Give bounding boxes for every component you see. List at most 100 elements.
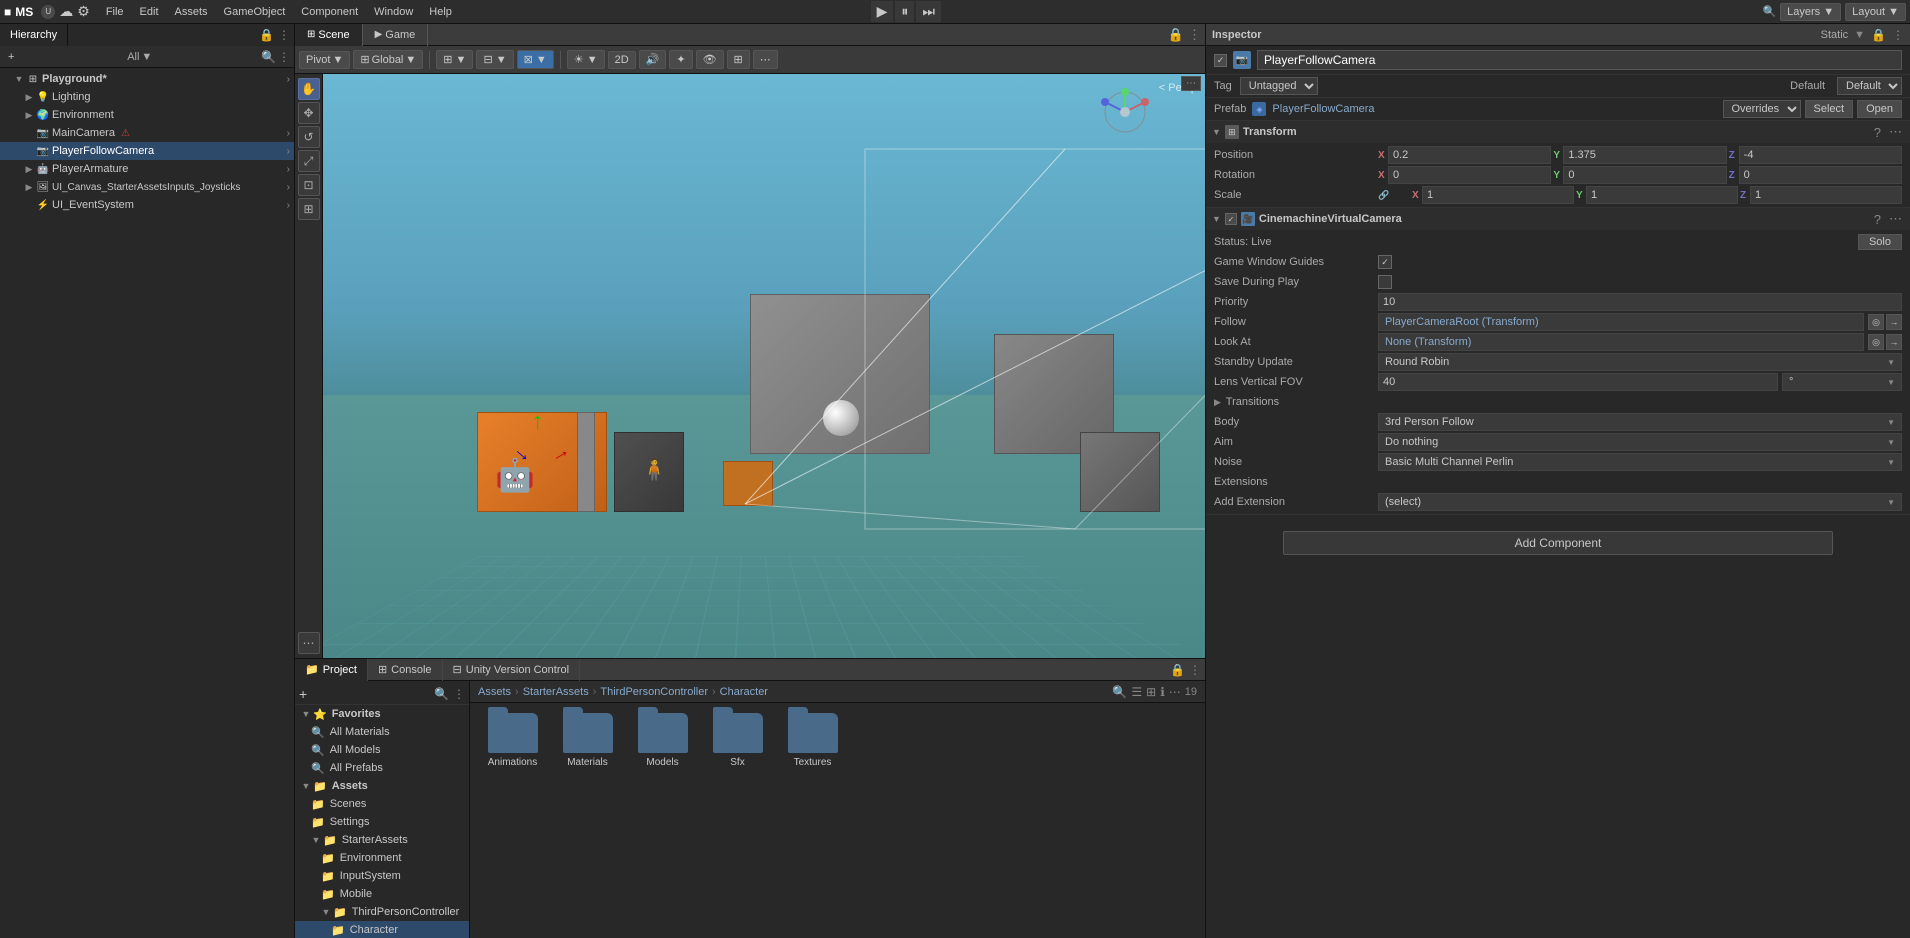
gwg-checkbox[interactable]: ✓ [1378, 255, 1392, 269]
scene-grid-toggle[interactable]: ⊞ [727, 50, 750, 69]
path-starter[interactable]: StarterAssets [523, 686, 589, 698]
scene-effects-btn[interactable]: ✦ [669, 50, 692, 69]
lensfov-dropdown[interactable]: ° [1782, 373, 1902, 391]
tab-project[interactable]: 📁 Project [295, 659, 368, 681]
menu-item-component[interactable]: Component [293, 4, 366, 20]
menu-item-help[interactable]: Help [421, 4, 460, 20]
path-tpc[interactable]: ThirdPersonController [600, 686, 708, 698]
scene-transform-tool[interactable]: ⊞ [298, 198, 320, 220]
sdp-checkbox[interactable] [1378, 275, 1392, 289]
bottom-more-icon[interactable]: ⋮ [1189, 663, 1201, 677]
menu-item-gameobject[interactable]: GameObject [216, 4, 294, 20]
rotation-z-input[interactable] [1739, 166, 1902, 184]
tag-select[interactable]: Untagged [1240, 77, 1318, 95]
select-btn[interactable]: Select [1805, 100, 1854, 118]
follow-ref-picker[interactable]: ◎ [1868, 314, 1884, 330]
project-search-btn[interactable]: 🔍 [434, 687, 449, 701]
scene-rect-tool[interactable]: ⊡ [298, 174, 320, 196]
tree-item-environment[interactable]: ▶ 🌍 Environment [0, 106, 294, 124]
aim-dropdown[interactable]: Do nothing [1378, 433, 1902, 451]
hierarchy-menu-icon[interactable]: ⋮ [278, 28, 290, 42]
search-icon[interactable]: 🔍 [1762, 5, 1776, 18]
open-btn[interactable]: Open [1857, 100, 1902, 118]
tree-item-uicanvas[interactable]: ▶ 🖼 UI_Canvas_StarterAssetsInputs_Joysti… [0, 178, 294, 196]
file-sfx[interactable]: Sfx [705, 713, 770, 768]
body-dropdown[interactable]: 3rd Person Follow [1378, 413, 1902, 431]
proj-thirdperson[interactable]: ▼ 📁 ThirdPersonController [295, 903, 469, 921]
rotation-x-input[interactable] [1388, 166, 1551, 184]
file-textures[interactable]: Textures [780, 713, 845, 768]
overrides-select[interactable]: Overrides [1723, 100, 1801, 118]
transform-header[interactable]: ▼ ⊞ Transform ? ⋯ [1206, 121, 1910, 143]
cloud-btn[interactable]: ☁ [59, 3, 73, 20]
tab-version-control[interactable]: ⊟ Unity Version Control [443, 659, 581, 681]
transform-gear-btn[interactable]: ⋯ [1887, 124, 1904, 140]
pivot-btn[interactable]: Pivot ▼ [299, 51, 350, 69]
scene-view-options[interactable]: ☀ ▼ [567, 50, 605, 69]
cm-enable-checkbox[interactable]: ✓ [1225, 213, 1237, 225]
project-add-btn[interactable]: + [299, 686, 307, 702]
favorites-section[interactable]: ▼ ⭐ Favorites [295, 705, 469, 723]
position-y-input[interactable] [1563, 146, 1726, 164]
go-active-checkbox[interactable]: ✓ [1214, 54, 1227, 67]
proj-sa-mobile[interactable]: 📁 Mobile [295, 885, 469, 903]
transform-question-btn[interactable]: ? [1872, 125, 1883, 140]
menu-item-assets[interactable]: Assets [167, 4, 216, 20]
step-button[interactable]: ⏭ [916, 1, 941, 22]
tree-item-lighting[interactable]: ▶ 💡 Lighting [0, 88, 294, 106]
noise-dropdown[interactable]: Basic Multi Channel Perlin [1378, 453, 1902, 471]
all-label[interactable]: All [127, 51, 139, 63]
static-dropdown-arrow[interactable]: ▼ [1854, 29, 1865, 41]
grid-btn-3[interactable]: ⊠ ▼ [517, 50, 554, 69]
go-name-input[interactable] [1257, 50, 1902, 70]
proj-character[interactable]: 📁 Character [295, 921, 469, 938]
scene-more-icon[interactable]: ⋮ [1188, 27, 1201, 43]
tree-item-playground[interactable]: ▼ ⊞ Playground* › [0, 70, 294, 88]
scene-scale-tool[interactable]: ⤢ [298, 150, 320, 172]
path-grid-icon[interactable]: ⊞ [1146, 685, 1156, 699]
proj-all-materials[interactable]: 🔍 All Materials [295, 723, 469, 741]
hier-more-icon[interactable]: ⋮ [278, 50, 290, 64]
follow-ref-arrow[interactable]: → [1886, 314, 1902, 330]
add-component-btn[interactable]: Add Component [1283, 531, 1833, 555]
cm-gear-btn[interactable]: ⋯ [1887, 211, 1904, 227]
layout-dropdown[interactable]: Layout ▼ [1845, 3, 1906, 21]
assets-section[interactable]: ▼ 📁 Assets [295, 777, 469, 795]
lookat-ref-picker[interactable]: ◎ [1868, 334, 1884, 350]
solo-btn[interactable]: Solo [1858, 234, 1902, 250]
inspector-more-icon[interactable]: ⋮ [1892, 28, 1904, 42]
tree-item-maincamera[interactable]: 📷 MainCamera ⚠ › [0, 124, 294, 142]
scene-move-tool[interactable]: ✥ [298, 102, 320, 124]
proj-all-models[interactable]: 🔍 All Models [295, 741, 469, 759]
scene-rotate-tool[interactable]: ↺ [298, 126, 320, 148]
tree-item-playerfollow[interactable]: 📷 PlayerFollowCamera › [0, 142, 294, 160]
proj-sa-environment[interactable]: 📁 Environment [295, 849, 469, 867]
hier-search-icon[interactable]: 🔍 [261, 50, 276, 64]
path-menu-icon[interactable]: ⋯ [1169, 685, 1181, 699]
path-info-icon[interactable]: ℹ [1160, 685, 1165, 699]
scene-2d-btn[interactable]: 2D [608, 51, 636, 69]
pause-button[interactable]: ⏸ [895, 1, 914, 22]
menu-item-file[interactable]: File [98, 4, 132, 20]
file-models[interactable]: Models [630, 713, 695, 768]
lookat-ref-arrow[interactable]: → [1886, 334, 1902, 350]
menu-item-edit[interactable]: Edit [132, 4, 167, 20]
proj-sa-inputsystem[interactable]: 📁 InputSystem [295, 867, 469, 885]
proj-scenes[interactable]: 📁 Scenes [295, 795, 469, 813]
scale-y-input[interactable] [1586, 186, 1738, 204]
standby-dropdown[interactable]: Round Robin [1378, 353, 1902, 371]
position-x-input[interactable] [1388, 146, 1551, 164]
position-z-input[interactable] [1739, 146, 1902, 164]
hierarchy-add-btn[interactable]: + [4, 50, 18, 64]
cm-question-btn[interactable]: ? [1872, 212, 1883, 227]
path-search-icon[interactable]: 🔍 [1112, 685, 1127, 699]
file-animations[interactable]: Animations [480, 713, 545, 768]
scene-more-btn[interactable]: ⋯ [1181, 76, 1201, 91]
add-extension-dropdown[interactable]: (select) [1378, 493, 1902, 511]
hierarchy-lock-icon[interactable]: 🔒 [259, 28, 274, 42]
tab-hierarchy[interactable]: Hierarchy [0, 24, 68, 46]
rotation-y-input[interactable] [1563, 166, 1726, 184]
file-materials[interactable]: Materials [555, 713, 620, 768]
scene-audio-btn[interactable]: 🔊 [639, 50, 667, 69]
scene-viewport[interactable]: 🤖 🧍 ↑ → → ✋ ✥ ↺ [295, 74, 1205, 658]
